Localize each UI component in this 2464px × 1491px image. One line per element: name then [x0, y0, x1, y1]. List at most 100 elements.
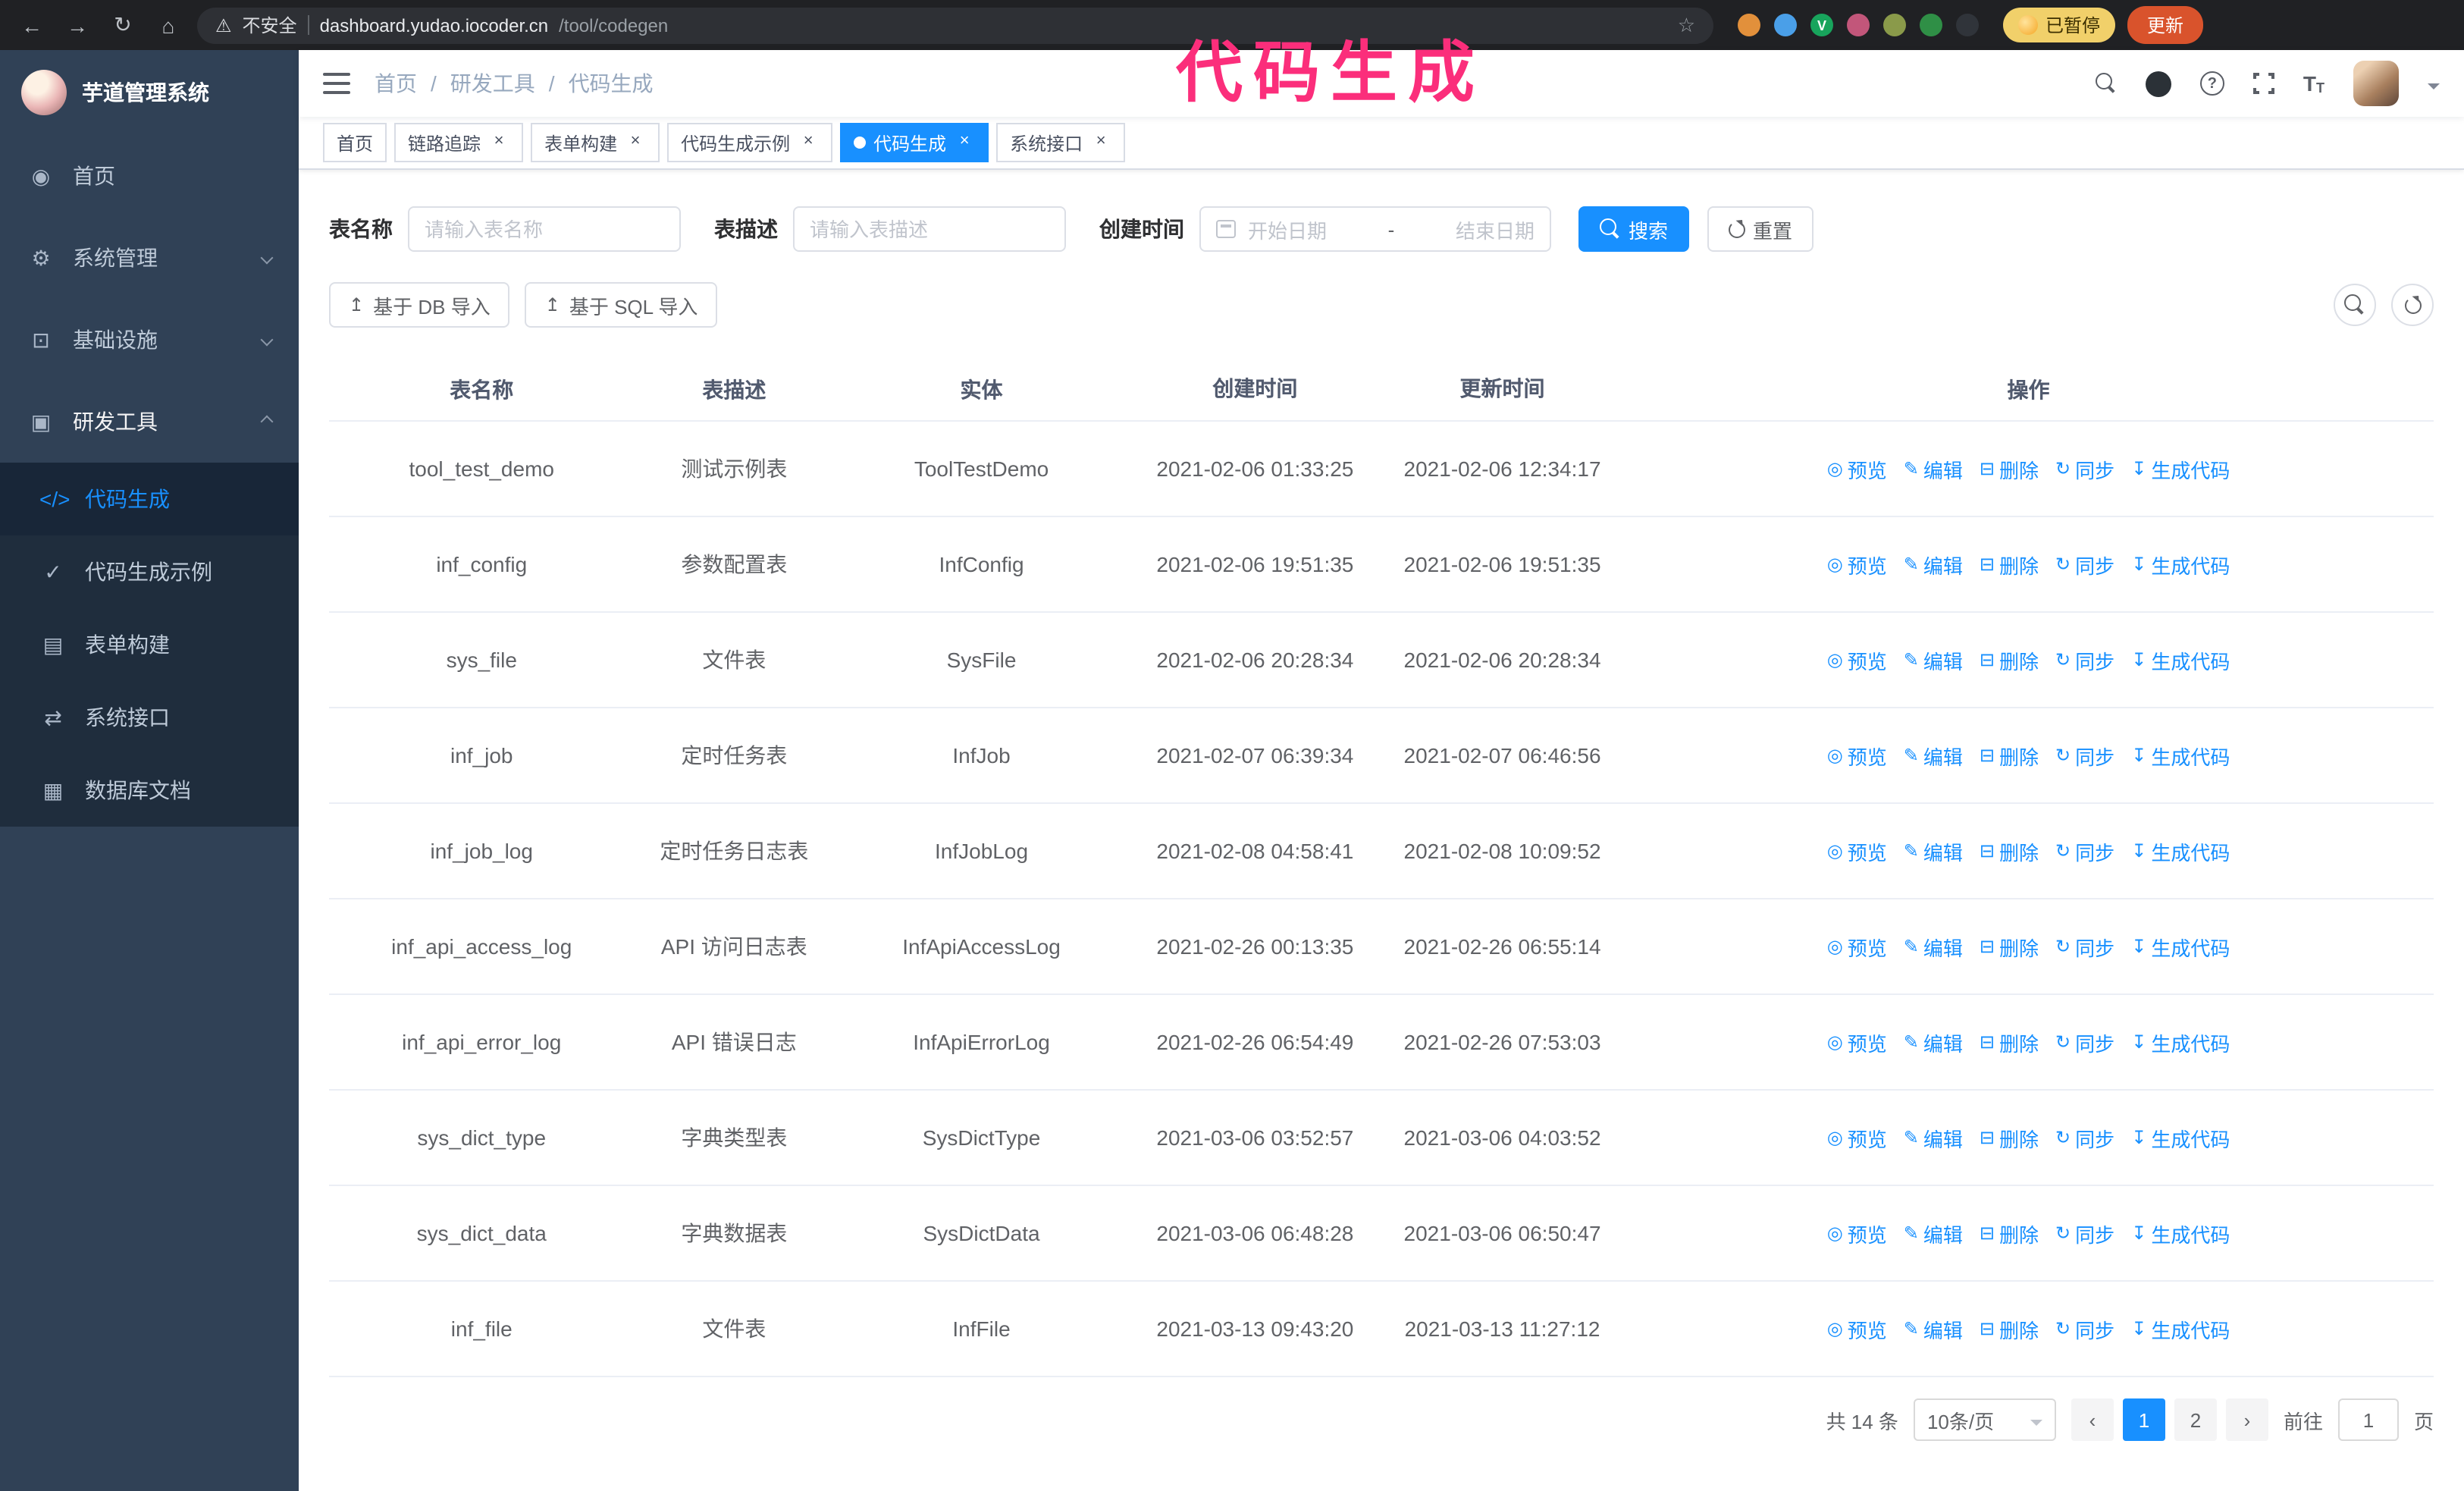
edit-link[interactable]: ✎ 编辑 — [1904, 550, 1963, 579]
preview-link[interactable]: ◎ 预览 — [1827, 1314, 1887, 1343]
delete-link[interactable]: ⊟ 删除 — [1980, 550, 2039, 579]
sidebar-item-db-doc[interactable]: ▦ 数据库文档 — [0, 754, 299, 827]
sync-link[interactable]: ↻ 同步 — [2055, 645, 2114, 674]
tab-codegen-example[interactable]: 代码生成示例 × — [667, 123, 833, 162]
preview-link[interactable]: ◎ 预览 — [1827, 550, 1887, 579]
date-range-picker[interactable]: 开始日期 - 结束日期 — [1199, 206, 1551, 252]
import-db-button[interactable]: ↥ 基于 DB 导入 — [329, 282, 510, 328]
delete-link[interactable]: ⊟ 删除 — [1980, 932, 2039, 961]
sidebar-item-api[interactable]: ⇄ 系统接口 — [0, 681, 299, 754]
tab-tracer[interactable]: 链路追踪 × — [394, 123, 524, 162]
extension-icon[interactable] — [1738, 14, 1760, 36]
github-icon[interactable] — [2145, 71, 2171, 96]
generate-link[interactable]: ↧ 生成代码 — [2131, 1314, 2230, 1343]
page-size-select[interactable]: 10条/页 — [1913, 1398, 2056, 1441]
fullscreen-icon[interactable] — [2249, 70, 2277, 97]
sidebar-item-form-builder[interactable]: ▤ 表单构建 — [0, 608, 299, 681]
extension-icon[interactable] — [1883, 14, 1906, 36]
close-icon[interactable]: × — [954, 132, 975, 153]
close-icon[interactable]: × — [798, 132, 819, 153]
edit-link[interactable]: ✎ 编辑 — [1904, 837, 1963, 865]
delete-link[interactable]: ⊟ 删除 — [1980, 1028, 2039, 1056]
address-bar[interactable]: ⚠ 不安全 dashboard.yudao.iocoder.cn /tool/c… — [197, 7, 1713, 43]
edit-link[interactable]: ✎ 编辑 — [1904, 932, 1963, 961]
security-label[interactable]: 不安全 — [243, 12, 297, 38]
close-icon[interactable]: × — [488, 132, 509, 153]
paused-badge[interactable]: 已暂停 — [2003, 8, 2116, 42]
refresh-button[interactable] — [2391, 284, 2434, 326]
toggle-search-button[interactable] — [2334, 284, 2376, 326]
next-page-button[interactable]: › — [2225, 1398, 2268, 1441]
reset-button[interactable]: 重置 — [1707, 206, 1814, 252]
preview-link[interactable]: ◎ 预览 — [1827, 837, 1887, 865]
delete-link[interactable]: ⊟ 删除 — [1980, 1123, 2039, 1152]
help-icon[interactable] — [2199, 71, 2224, 96]
preview-link[interactable]: ◎ 预览 — [1827, 741, 1887, 770]
generate-link[interactable]: ↧ 生成代码 — [2131, 837, 2230, 865]
update-button[interactable]: 更新 — [2127, 6, 2204, 44]
tab-form-builder[interactable]: 表单构建 × — [531, 123, 660, 162]
close-icon[interactable]: × — [625, 132, 646, 153]
search-icon[interactable] — [2095, 73, 2117, 94]
generate-link[interactable]: ↧ 生成代码 — [2131, 1028, 2230, 1056]
edit-link[interactable]: ✎ 编辑 — [1904, 645, 1963, 674]
preview-link[interactable]: ◎ 预览 — [1827, 1028, 1887, 1056]
preview-link[interactable]: ◎ 预览 — [1827, 932, 1887, 961]
delete-link[interactable]: ⊟ 删除 — [1980, 1219, 2039, 1248]
sync-link[interactable]: ↻ 同步 — [2055, 932, 2114, 961]
sync-link[interactable]: ↻ 同步 — [2055, 741, 2114, 770]
sidebar-item-codegen-example[interactable]: ✓ 代码生成示例 — [0, 535, 299, 608]
close-icon[interactable]: × — [1090, 132, 1111, 153]
generate-link[interactable]: ↧ 生成代码 — [2131, 550, 2230, 579]
sidebar-item-home[interactable]: ◉ 首页 — [0, 135, 299, 217]
table-name-input[interactable] — [408, 206, 681, 252]
preview-link[interactable]: ◎ 预览 — [1827, 454, 1887, 483]
home-icon[interactable]: ⌂ — [152, 8, 185, 42]
tab-codegen[interactable]: 代码生成 × — [840, 123, 989, 162]
generate-link[interactable]: ↧ 生成代码 — [2131, 1123, 2230, 1152]
edit-link[interactable]: ✎ 编辑 — [1904, 454, 1963, 483]
sidebar-item-codegen[interactable]: </> 代码生成 — [0, 463, 299, 535]
hamburger-icon[interactable] — [323, 73, 350, 94]
table-desc-input[interactable] — [793, 206, 1066, 252]
sync-link[interactable]: ↻ 同步 — [2055, 454, 2114, 483]
sync-link[interactable]: ↻ 同步 — [2055, 1028, 2114, 1056]
edit-link[interactable]: ✎ 编辑 — [1904, 1123, 1963, 1152]
generate-link[interactable]: ↧ 生成代码 — [2131, 1219, 2230, 1248]
app-logo[interactable]: 芋道管理系统 — [0, 50, 299, 135]
extension-icon[interactable] — [1847, 14, 1870, 36]
sidebar-item-dev-tools[interactable]: ▣ 研发工具 — [0, 381, 299, 463]
back-icon[interactable]: ← — [15, 8, 49, 42]
extension-icon[interactable]: V — [1810, 14, 1833, 36]
generate-link[interactable]: ↧ 生成代码 — [2131, 741, 2230, 770]
sync-link[interactable]: ↻ 同步 — [2055, 550, 2114, 579]
sidebar-item-infra[interactable]: ⊡ 基础设施 — [0, 299, 299, 381]
forward-icon[interactable]: → — [61, 8, 94, 42]
goto-page-input[interactable] — [2337, 1398, 2399, 1441]
extension-icon[interactable] — [1920, 14, 1942, 36]
breadcrumb-item[interactable]: 研发工具 — [450, 68, 535, 99]
font-size-icon[interactable] — [2303, 71, 2324, 96]
prev-page-button[interactable]: ‹ — [2071, 1398, 2114, 1441]
preview-link[interactable]: ◎ 预览 — [1827, 645, 1887, 674]
chevron-down-icon[interactable] — [2428, 83, 2440, 95]
generate-link[interactable]: ↧ 生成代码 — [2131, 454, 2230, 483]
edit-link[interactable]: ✎ 编辑 — [1904, 1028, 1963, 1056]
edit-link[interactable]: ✎ 编辑 — [1904, 1219, 1963, 1248]
sync-link[interactable]: ↻ 同步 — [2055, 1314, 2114, 1343]
edit-link[interactable]: ✎ 编辑 — [1904, 741, 1963, 770]
avatar[interactable] — [2353, 61, 2399, 106]
search-button[interactable]: 搜索 — [1578, 206, 1690, 252]
delete-link[interactable]: ⊟ 删除 — [1980, 645, 2039, 674]
generate-link[interactable]: ↧ 生成代码 — [2131, 932, 2230, 961]
extension-icon[interactable] — [1774, 14, 1797, 36]
preview-link[interactable]: ◎ 预览 — [1827, 1123, 1887, 1152]
sidebar-item-system[interactable]: ⚙ 系统管理 — [0, 217, 299, 299]
bookmark-star-icon[interactable]: ☆ — [1678, 13, 1695, 37]
tab-api[interactable]: 系统接口 × — [996, 123, 1126, 162]
page-button-2[interactable]: 2 — [2174, 1398, 2217, 1441]
delete-link[interactable]: ⊟ 删除 — [1980, 1314, 2039, 1343]
delete-link[interactable]: ⊟ 删除 — [1980, 837, 2039, 865]
reload-icon[interactable]: ↻ — [106, 8, 140, 42]
extension-icon[interactable] — [1956, 14, 1979, 36]
